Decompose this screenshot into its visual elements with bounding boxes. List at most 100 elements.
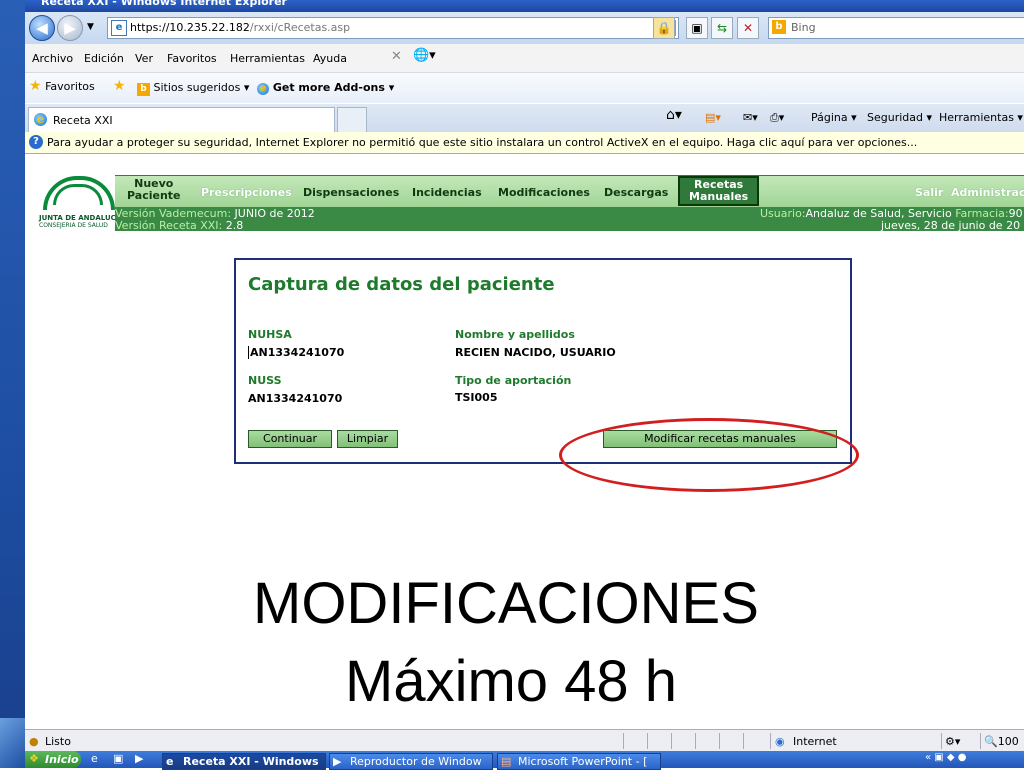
suggested-sites-link[interactable]: b Sitios sugeridos ▾ xyxy=(137,81,249,96)
slide-left-bar xyxy=(0,0,25,768)
home-icon[interactable]: ⌂▾ xyxy=(666,107,682,123)
back-button[interactable]: ◀ xyxy=(29,15,55,41)
mail-icon[interactable]: ✉▾ xyxy=(743,111,758,124)
star-icon: ★ xyxy=(29,78,42,94)
start-button[interactable]: ❖ Inicio xyxy=(25,751,81,768)
stop-icon[interactable]: ✕ xyxy=(737,17,759,39)
task-powerpoint[interactable]: ▤ Microsoft PowerPoint - [ xyxy=(497,753,661,770)
overlay-title: MODIFICACIONES xyxy=(253,571,759,636)
panel-title: Captura de datos del paciente xyxy=(248,274,555,295)
start-label: Inicio xyxy=(45,753,79,766)
security-info-bar[interactable]: ? Para ayudar a proteger su seguridad, I… xyxy=(25,132,1024,154)
menu-ver[interactable]: Ver xyxy=(135,52,153,65)
menu-bar: Archivo Edición Ver Favoritos Herramient… xyxy=(25,44,1024,73)
nav-administracion[interactable]: Administraci xyxy=(951,186,1024,199)
page-icon: e xyxy=(111,20,127,36)
junta-andalucia-logo: JUNTA DE ANDALUCIA CONSEJERIA DE SALUD xyxy=(39,174,124,234)
nuss-label: NUSS xyxy=(248,374,282,387)
nav-prescripciones[interactable]: Prescripciones xyxy=(201,186,292,199)
tools-menu-label: Herramientas xyxy=(939,111,1014,124)
translate-icon[interactable]: 🌐▾ xyxy=(413,48,436,63)
zone-text: Internet xyxy=(793,735,837,748)
task-media-player[interactable]: ▶ Reproductor de Window xyxy=(329,753,493,770)
usuario-label: Usuario: xyxy=(760,207,806,220)
task3-label: Microsoft PowerPoint - [ xyxy=(518,755,648,768)
zoom-level: 100 xyxy=(997,735,1019,748)
tools-menu[interactable]: Herramientas ▾ xyxy=(939,111,1023,124)
page-content: JUNTA DE ANDALUCIA CONSEJERIA DE SALUD N… xyxy=(25,154,1024,729)
nav-descargas[interactable]: Descargas xyxy=(604,186,668,199)
get-addons-link[interactable]: e Get more Add-ons ▾ xyxy=(257,81,394,95)
bing-icon: b xyxy=(137,83,150,96)
search-input[interactable]: b Bing xyxy=(768,17,1024,39)
ie-icon: e xyxy=(34,113,47,126)
continuar-button[interactable]: Continuar xyxy=(248,430,332,448)
aportacion-label: Tipo de aportación xyxy=(455,374,572,387)
menu-ayuda[interactable]: Ayuda xyxy=(313,52,347,65)
compatibility-icon[interactable]: ▣ xyxy=(686,17,708,39)
highlight-ring xyxy=(559,418,859,492)
aportacion-value: TSI005 xyxy=(455,391,498,404)
ie-icon: e xyxy=(257,83,269,95)
favorites-button[interactable]: ★ Favoritos xyxy=(29,78,95,94)
status-bar: ● Listo ◉ Internet ⚙▾ 🔍100 xyxy=(25,729,1024,752)
overlay-subtitle: Máximo 48 h xyxy=(345,649,678,714)
nuss-field[interactable]: AN1334241070 xyxy=(248,392,342,405)
menu-favoritos[interactable]: Favoritos xyxy=(167,52,217,65)
nav-recetas-manuales[interactable]: Recetas Manuales xyxy=(678,176,760,206)
security-menu[interactable]: Seguridad ▾ xyxy=(867,111,932,124)
task2-label: Reproductor de Window xyxy=(350,755,482,768)
media-player-icon: ▶ xyxy=(333,755,342,768)
tab-row: e Receta XXI ⌂▾ ▤▾ ✉▾ ⎙▾ Página ▾ Seguri… xyxy=(25,104,1024,133)
quicklaunch-ie-icon[interactable]: e xyxy=(91,752,98,765)
search-placeholder: Bing xyxy=(791,21,816,34)
menu-herramientas[interactable]: Herramientas xyxy=(230,52,305,65)
add-favorite-icon[interactable]: ★ xyxy=(113,78,126,94)
lock-icon[interactable]: 🔒 xyxy=(653,17,675,39)
nav-modificaciones[interactable]: Modificaciones xyxy=(498,186,590,199)
get-addons-label: Get more Add-ons xyxy=(272,81,385,94)
quicklaunch-media-icon[interactable]: ▶ xyxy=(135,752,143,765)
address-url: https://10.235.22.182/rxxi/cRecetas.asp xyxy=(130,21,350,34)
quicklaunch-desktop-icon[interactable]: ▣ xyxy=(113,752,123,765)
print-icon[interactable]: ⎙▾ xyxy=(770,111,784,125)
window-title: Receta XXI - Windows Internet Explorer xyxy=(41,0,287,8)
nombre-label: Nombre y apellidos xyxy=(455,328,575,341)
task-receta-xxi[interactable]: e Receta XXI - Windows xyxy=(162,753,326,770)
nuhsa-label: NUHSA xyxy=(248,328,292,341)
close-menu-icon[interactable]: ✕ xyxy=(391,49,402,64)
address-input[interactable]: e https://10.235.22.182/rxxi/cRecetas.as… xyxy=(107,17,679,39)
powerpoint-icon: ▤ xyxy=(501,755,512,768)
browser-window: Receta XXI - Windows Internet Explorer ◀… xyxy=(25,0,1024,770)
logo-line1: JUNTA DE ANDALUCIA xyxy=(39,214,124,222)
nuhsa-field[interactable]: AN1334241070 xyxy=(248,346,344,359)
address-toolbar: ◀ ▶ ▼ e https://10.235.22.182/rxxi/cRece… xyxy=(25,12,1024,44)
info-bar-text: Para ayudar a proteger su seguridad, Int… xyxy=(47,136,918,149)
zoom-control[interactable]: 🔍100 xyxy=(984,735,1019,748)
logo-line2: CONSEJERIA DE SALUD xyxy=(39,222,108,229)
suggested-sites-label: Sitios sugeridos xyxy=(153,81,241,94)
nav-nuevo-paciente[interactable]: Nuevo Paciente xyxy=(127,178,181,202)
menu-edicion[interactable]: Edición xyxy=(84,52,124,65)
task1-label: Receta XXI - Windows xyxy=(183,755,319,768)
history-dropdown-icon[interactable]: ▼ xyxy=(87,22,94,32)
new-tab-button[interactable] xyxy=(337,107,367,132)
taskbar: ❖ Inicio e ▣ ▶ e Receta XXI - Windows ▶ … xyxy=(25,751,1024,770)
forward-button[interactable]: ▶ xyxy=(57,15,83,41)
limpiar-button[interactable]: Limpiar xyxy=(337,430,398,448)
tray-icons[interactable]: « ▣ ◆ ● xyxy=(925,752,967,763)
nav-salir[interactable]: Salir xyxy=(915,186,943,199)
status-text: Listo xyxy=(45,735,71,748)
globe-icon: ◉ xyxy=(775,735,785,748)
menu-archivo[interactable]: Archivo xyxy=(32,52,73,65)
nav-dispensaciones[interactable]: Dispensaciones xyxy=(303,186,399,199)
nav-incidencias[interactable]: Incidencias xyxy=(412,186,482,199)
refresh-icon[interactable]: ⇆ xyxy=(711,17,733,39)
tab-label: Receta XXI xyxy=(53,114,113,127)
receta-version-label: Versión Receta XXI: xyxy=(115,219,223,232)
tab-receta-xxi[interactable]: e Receta XXI xyxy=(28,107,335,132)
protected-mode-icon[interactable]: ⚙▾ xyxy=(945,735,960,748)
page-menu[interactable]: Página ▾ xyxy=(811,111,857,124)
favorites-bar: ★ Favoritos ★ b Sitios sugeridos ▾ e Get… xyxy=(25,73,1024,103)
feeds-icon[interactable]: ▤▾ xyxy=(705,111,721,124)
